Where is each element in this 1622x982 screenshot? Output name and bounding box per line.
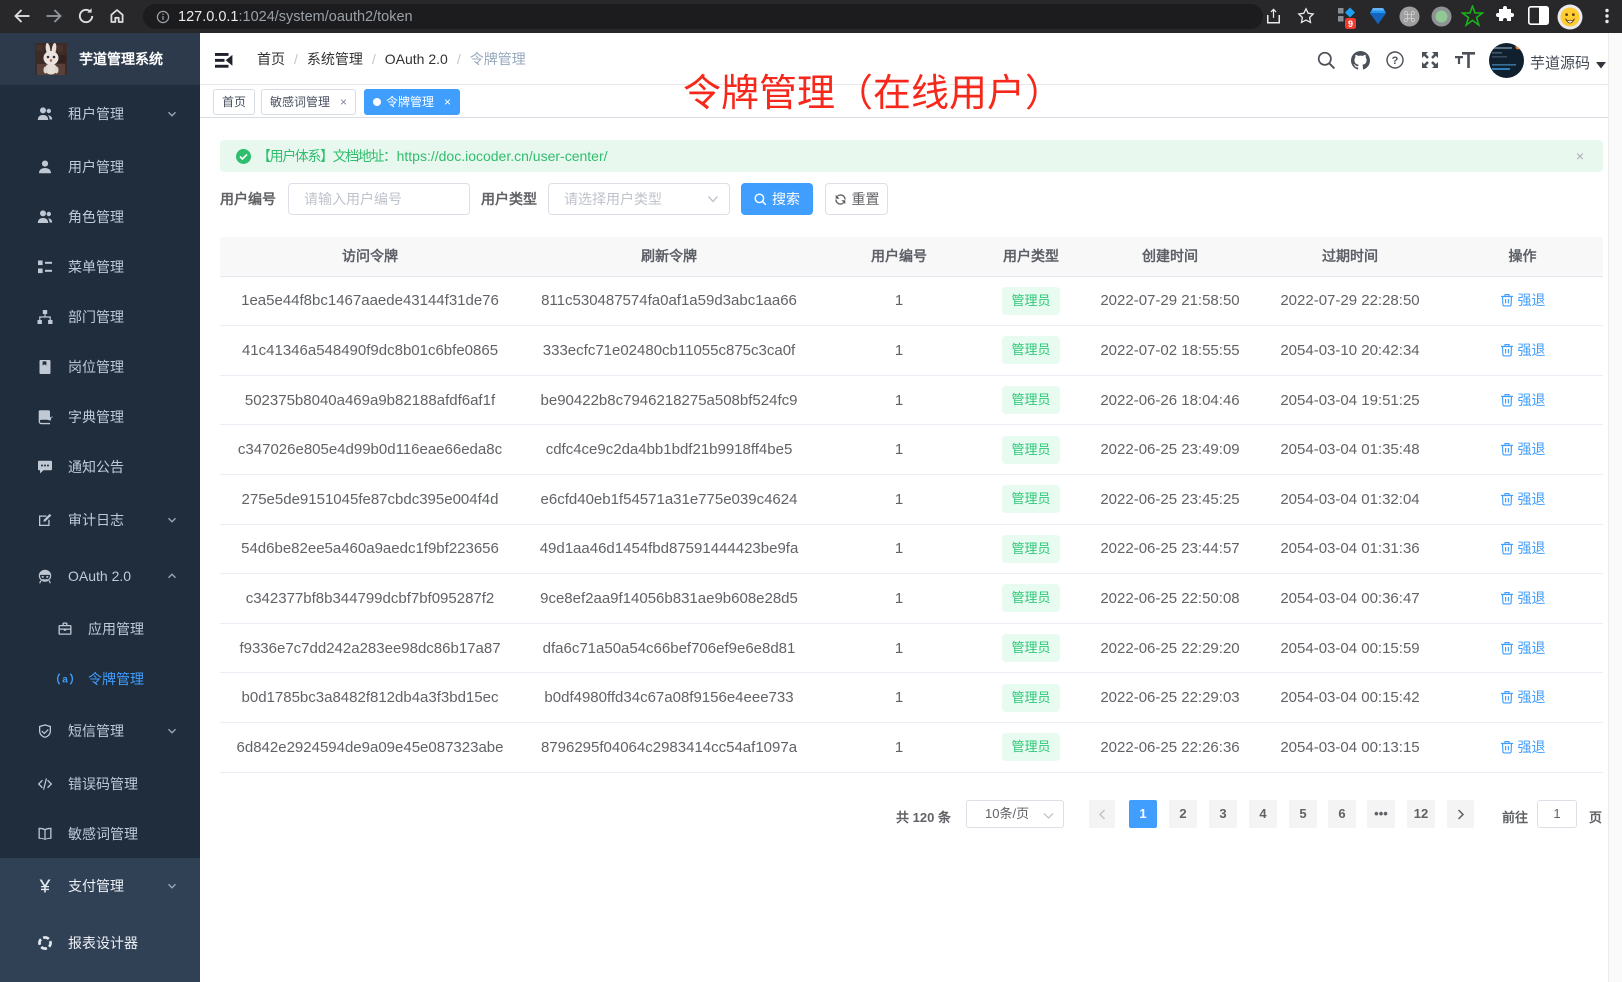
svg-text:9: 9: [1348, 19, 1353, 29]
svg-text:⌘: ⌘: [1403, 10, 1415, 24]
svg-text:a: a: [62, 675, 68, 686]
svg-text:?: ?: [1392, 55, 1399, 67]
